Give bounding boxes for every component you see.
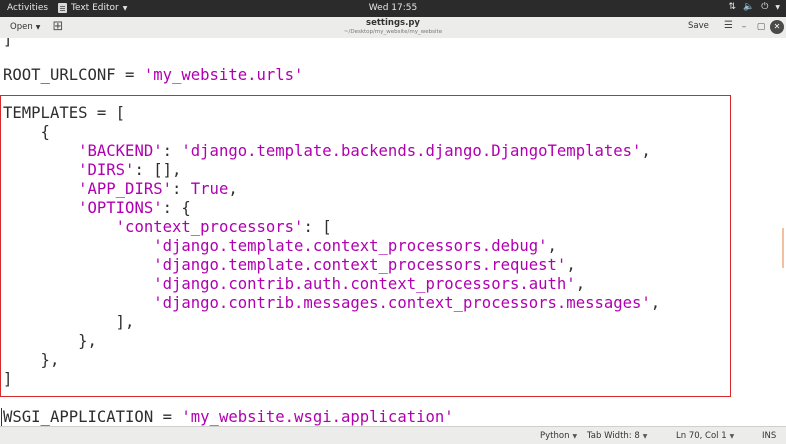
status-bar: Python ▼ Tab Width: 8 ▼ Ln 70, Col 1 ▼ I… (0, 426, 786, 444)
code-line: 'APP_DIRS': True, (78, 180, 238, 198)
editor-header-bar: Open ▼ ⊞ settings.py ~/Desktop/my_websit… (0, 17, 786, 39)
code-line: 'OPTIONS': { (78, 199, 191, 217)
save-button[interactable]: Save (688, 21, 709, 31)
code-line: 'django.contrib.auth.context_processors.… (153, 275, 586, 293)
chevron-down-icon: ▼ (729, 432, 735, 440)
code-line: ], (3, 313, 135, 331)
scrollbar[interactable] (782, 228, 784, 268)
cursor-position[interactable]: Ln 70, Col 1 ▼ (676, 431, 734, 441)
code-line: }, (3, 351, 60, 369)
document-path: ~/Desktop/my_website/my_website (343, 29, 443, 35)
code-line: ROOT_URLCONF = 'my_website.urls' (3, 66, 304, 84)
minimize-icon[interactable]: – (737, 20, 751, 34)
insert-mode: INS (762, 431, 777, 441)
chevron-down-icon: ▼ (642, 432, 648, 440)
text-cursor (1, 408, 2, 426)
clock[interactable]: Wed 17:55 (0, 3, 786, 13)
chevron-down-icon: ▼ (775, 3, 780, 11)
code-line: ] (3, 370, 13, 388)
code-line: WSGI_APPLICATION = 'my_website.wsgi.appl… (3, 408, 454, 426)
maximize-icon[interactable]: ▢ (754, 20, 768, 34)
window-title: settings.py ~/Desktop/my_website/my_webs… (0, 18, 786, 36)
cursor-position-label: Ln 70, Col 1 (676, 431, 727, 441)
text-editor-area[interactable]: ] ROOT_URLCONF = 'my_website.urls' TEMPL… (0, 38, 786, 426)
network-icon: ⇅ (728, 2, 737, 12)
code-line: 'django.template.context_processors.requ… (153, 256, 576, 274)
hamburger-menu-icon[interactable]: ☰ (724, 20, 733, 31)
code-line: 'DIRS': [], (78, 161, 182, 179)
tab-width-selector[interactable]: Tab Width: 8 ▼ (587, 431, 647, 441)
code-line: 'BACKEND': 'django.template.backends.dja… (78, 142, 651, 160)
code-line: ] (3, 38, 13, 48)
chevron-down-icon: ▼ (572, 432, 578, 440)
code-line: { (3, 123, 50, 141)
code-line: 'context_processors': [ (115, 218, 332, 236)
system-tray[interactable]: ⇅ 🔈 ⏻ ▼ (728, 2, 780, 12)
code-line: TEMPLATES = [ (3, 104, 126, 122)
language-label: Python (540, 431, 570, 441)
code-line: 'django.contrib.messages.context_process… (153, 294, 661, 312)
system-top-bar: Activities Text Editor ▼ Wed 17:55 ⇅ 🔈 ⏻… (0, 0, 786, 17)
code-line: }, (3, 332, 97, 350)
document-title: settings.py (366, 18, 420, 28)
language-selector[interactable]: Python ▼ (540, 431, 577, 441)
volume-icon: 🔈 (743, 2, 755, 12)
tab-width-label: Tab Width: 8 (587, 431, 640, 441)
code-line: 'django.template.context_processors.debu… (153, 237, 557, 255)
power-icon: ⏻ (761, 2, 769, 12)
close-icon[interactable]: ✕ (770, 20, 784, 34)
